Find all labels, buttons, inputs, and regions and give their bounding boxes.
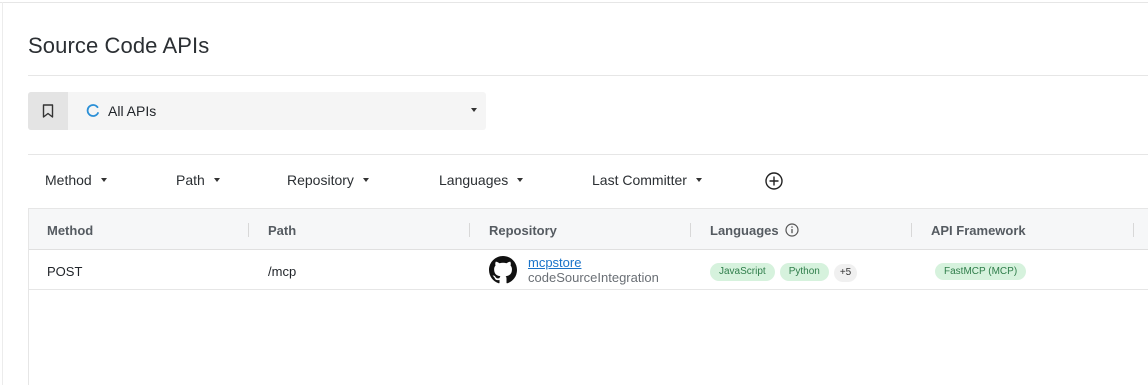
- filter-method[interactable]: Method: [45, 172, 107, 188]
- more-languages-badge[interactable]: +5: [833, 264, 858, 282]
- filter-divider: [28, 154, 1148, 155]
- table-header: Method Path Repository Languages API Fra…: [29, 208, 1148, 250]
- chevron-down-icon: [471, 108, 477, 112]
- column-header-languages[interactable]: Languages: [710, 223, 799, 238]
- column-resize-handle[interactable]: [469, 223, 470, 237]
- column-resize-handle[interactable]: [690, 223, 691, 237]
- bookmark-icon: [42, 104, 54, 118]
- cell-path: /mcp: [268, 264, 297, 279]
- column-resize-handle[interactable]: [1133, 223, 1134, 237]
- column-header-repository[interactable]: Repository: [489, 223, 557, 238]
- bookmark-button[interactable]: [28, 92, 68, 130]
- column-header-label: Languages: [710, 223, 779, 238]
- page-title: Source Code APIs: [28, 33, 210, 58]
- chevron-down-icon: [517, 178, 524, 182]
- chevron-down-icon: [695, 178, 702, 182]
- cell-languages: JavaScript Python +5: [710, 261, 858, 282]
- cell-repository: mcpstore codeSourceIntegration: [489, 255, 659, 285]
- filter-label: Path: [176, 172, 205, 188]
- column-header-method[interactable]: Method: [47, 223, 93, 238]
- view-select-label: All APIs: [108, 103, 157, 119]
- cell-method: POST: [47, 264, 83, 279]
- title-divider: [28, 75, 1148, 76]
- top-border: [0, 2, 1148, 3]
- language-tag: JavaScript: [710, 262, 775, 281]
- filter-bar: Method Path Repository Languages Last Co…: [28, 166, 1148, 196]
- framework-tag: FastMCP (MCP): [935, 263, 1027, 280]
- chevron-down-icon: [362, 178, 369, 182]
- apis-table: Method Path Repository Languages API Fra…: [28, 208, 1148, 385]
- table-row[interactable]: POST /mcp mcpstore codeSourceIntegration…: [29, 250, 1148, 290]
- column-header-path[interactable]: Path: [268, 223, 296, 238]
- app-frame: Source Code APIs All APIs Method Path Re…: [0, 0, 1148, 385]
- cell-api-framework: FastMCP (MCP): [935, 261, 1031, 280]
- filter-label: Last Committer: [592, 172, 687, 188]
- column-resize-handle[interactable]: [248, 223, 249, 237]
- filter-repository[interactable]: Repository: [287, 172, 369, 188]
- chevron-down-icon: [100, 178, 107, 182]
- github-icon: [489, 256, 517, 284]
- filter-last-committer[interactable]: Last Committer: [592, 172, 702, 188]
- language-tag: Python: [779, 262, 829, 281]
- left-border: [2, 2, 3, 385]
- filter-label: Method: [45, 172, 92, 188]
- filter-languages[interactable]: Languages: [439, 172, 524, 188]
- filter-label: Languages: [439, 172, 509, 188]
- add-filter-icon[interactable]: [764, 171, 784, 191]
- saved-view-select[interactable]: All APIs: [28, 92, 486, 130]
- filter-path[interactable]: Path: [176, 172, 220, 188]
- chevron-down-icon: [213, 178, 220, 182]
- repository-source: codeSourceIntegration: [528, 270, 659, 285]
- column-header-api-framework[interactable]: API Framework: [931, 223, 1026, 238]
- filter-label: Repository: [287, 172, 354, 188]
- info-icon[interactable]: [785, 223, 799, 237]
- loading-spinner-icon: [86, 104, 100, 118]
- column-resize-handle[interactable]: [911, 223, 912, 237]
- repository-link[interactable]: mcpstore: [528, 255, 659, 270]
